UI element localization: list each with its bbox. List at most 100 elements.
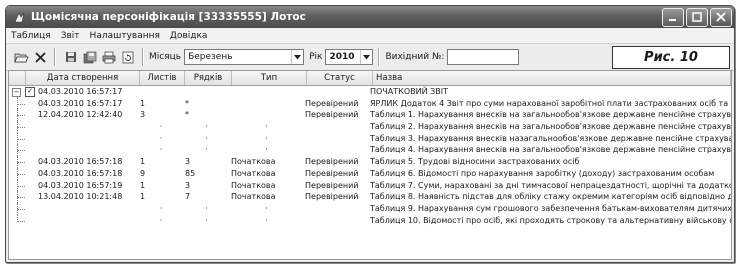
table-row[interactable]: · · · Таблиця 3. Нарахування внесків наз… <box>9 132 731 145</box>
header-type[interactable]: Тип <box>232 71 307 85</box>
row-lines: 85 <box>185 168 196 178</box>
row-type: · <box>265 145 268 155</box>
row-lines: · <box>205 215 208 225</box>
tree-connector <box>9 191 25 203</box>
row-type: Початкова <box>231 192 276 202</box>
row-date: 04.03.2010 16:57:17 <box>38 98 123 108</box>
tree-connector <box>9 97 25 110</box>
row-type: · <box>265 215 268 225</box>
year-label: Рік <box>309 52 323 62</box>
table-row[interactable]: 12.04.2010 12:42:40 3 * Перевірений Табл… <box>9 109 731 122</box>
row-type: Початкова <box>231 157 276 167</box>
close-button[interactable] <box>710 7 732 27</box>
table-row[interactable]: − ✓ 04.03.2010 16:57:17 ПОЧАТКОВИЙ ЗВІТ <box>9 86 731 98</box>
row-date: 12.04.2010 12:42:40 <box>38 110 123 120</box>
row-name: ЯРЛИК Додаток 4 Звіт про суми нараховано… <box>370 98 731 108</box>
table-row[interactable]: 04.03.2010 16:57:17 1 * Перевірений ЯРЛИ… <box>9 97 731 110</box>
header-lines[interactable]: Рядків <box>185 71 232 85</box>
row-name: Таблиця 4. Нарахування внесків на загаль… <box>370 145 731 155</box>
refresh-icon[interactable] <box>119 48 137 66</box>
toolbar: Місяць Березень Рік 2010 Вихідний №: Рис… <box>6 44 734 71</box>
maximize-icon <box>692 12 702 22</box>
row-lines: * <box>185 98 189 108</box>
collapse-icon[interactable]: − <box>12 88 21 97</box>
close-icon <box>716 12 726 22</box>
row-status: Перевірений <box>305 98 359 108</box>
header-name[interactable]: Назва <box>373 71 731 85</box>
row-sheets: · <box>159 203 163 213</box>
row-sheets: 3 <box>140 110 146 120</box>
minimize-button[interactable] <box>662 7 684 27</box>
title-bar: Щомісячна персоніфікація [33335555] Лото… <box>6 6 734 28</box>
save-icon[interactable] <box>62 48 80 66</box>
grid-header: Дата створення Листів Рядків Тип Статус … <box>9 71 731 86</box>
print-icon[interactable] <box>100 48 118 66</box>
header-status[interactable]: Статус <box>307 71 373 85</box>
tree-line <box>17 127 25 129</box>
menu-table[interactable]: Таблиця <box>6 31 56 41</box>
table-row[interactable]: 04.03.2010 16:57:19 1 3 Початкова Переві… <box>9 179 731 192</box>
year-select[interactable]: 2010 <box>325 49 374 65</box>
row-name: Таблиця 9. Нарахування сум грошового заб… <box>370 203 731 213</box>
main-window: Щомісячна персоніфікація [33335555] Лото… <box>5 5 735 263</box>
tree-line <box>17 214 18 221</box>
row-name: ПОЧАТКОВИЙ ЗВІТ <box>370 87 448 96</box>
row-type: · <box>265 122 268 132</box>
maximize-button[interactable] <box>686 7 708 27</box>
table-row[interactable]: · · · Таблиця 9. Нарахування сум грошово… <box>9 202 731 215</box>
tree-line <box>17 115 25 117</box>
save-all-icon[interactable] <box>81 48 99 66</box>
tree-connector <box>9 144 25 157</box>
month-select[interactable]: Березень <box>184 49 305 65</box>
tree-line <box>17 197 25 199</box>
row-status: Перевірений <box>305 180 359 190</box>
row-lines: 7 <box>185 192 191 202</box>
delete-icon[interactable] <box>31 48 49 66</box>
checkbox-checked-icon[interactable]: ✓ <box>25 86 35 97</box>
menu-settings[interactable]: Налаштування <box>85 31 165 41</box>
row-name: Таблиця 3. Нарахування внесків назагальн… <box>370 133 731 143</box>
open-folder-icon[interactable] <box>12 48 30 66</box>
toolbar-separator <box>54 48 56 66</box>
menu-help[interactable]: Довідка <box>165 31 213 41</box>
row-sheets: 9 <box>140 168 146 178</box>
year-value: 2010 <box>329 52 355 62</box>
tree-connector <box>9 132 25 145</box>
outgoing-number-input[interactable] <box>447 49 520 65</box>
table-row[interactable]: 13.04.2010 10:21:48 1 7 Початкова Переві… <box>9 191 731 203</box>
row-type: · <box>265 133 268 143</box>
tree-line <box>17 103 25 105</box>
row-date: 04.03.2010 16:57:19 <box>38 180 123 190</box>
menu-report[interactable]: Звіт <box>56 31 85 41</box>
tree-connector <box>9 214 25 227</box>
menu-bar: Таблиця Звіт Налаштування Довідка <box>6 28 734 44</box>
row-name: Таблиця 2. Нарахування внесків на загаль… <box>370 122 731 132</box>
row-name: Таблиця 8. Наявність підстав для обліку … <box>370 192 731 202</box>
tree-connector <box>9 179 25 192</box>
tree-connector: − <box>9 86 25 98</box>
table-row[interactable]: · · · Таблиця 4. Нарахування внесків на … <box>9 144 731 157</box>
table-row[interactable]: 04.03.2010 16:57:18 1 3 Початкова Переві… <box>9 156 731 168</box>
month-label: Місяць <box>149 52 182 62</box>
table-row[interactable]: · · · Таблиця 2. Нарахування внесків на … <box>9 121 731 133</box>
table-row[interactable]: 04.03.2010 16:57:18 9 85 Початкова Перев… <box>9 167 731 180</box>
row-sheets: · <box>159 133 163 143</box>
chevron-down-icon[interactable] <box>291 50 303 64</box>
tree-line <box>17 220 25 222</box>
header-date[interactable]: Дата створення <box>26 71 140 85</box>
tree-line <box>17 208 25 210</box>
header-sheets[interactable]: Листів <box>140 71 185 85</box>
row-name: Таблиця 7. Суми, нараховані за дні тимча… <box>370 180 731 190</box>
row-date-cell: ✓ 04.03.2010 16:57:17 <box>25 86 138 98</box>
chevron-down-icon[interactable] <box>360 50 372 64</box>
month-value: Березень <box>188 52 233 62</box>
row-sheets: 1 <box>140 157 146 167</box>
row-sheets: 1 <box>140 192 146 202</box>
row-name: Таблиця 1. Нарахування внесків на загаль… <box>370 110 731 120</box>
report-tree-grid: Дата створення Листів Рядків Тип Статус … <box>8 70 732 260</box>
tree-connector <box>9 156 25 168</box>
row-date: 04.03.2010 16:57:18 <box>38 168 123 178</box>
row-status: Перевірений <box>305 192 359 202</box>
row-sheets: 1 <box>140 98 146 108</box>
table-row[interactable]: · · · Таблиця 10. Відомості про осіб, як… <box>9 214 731 227</box>
